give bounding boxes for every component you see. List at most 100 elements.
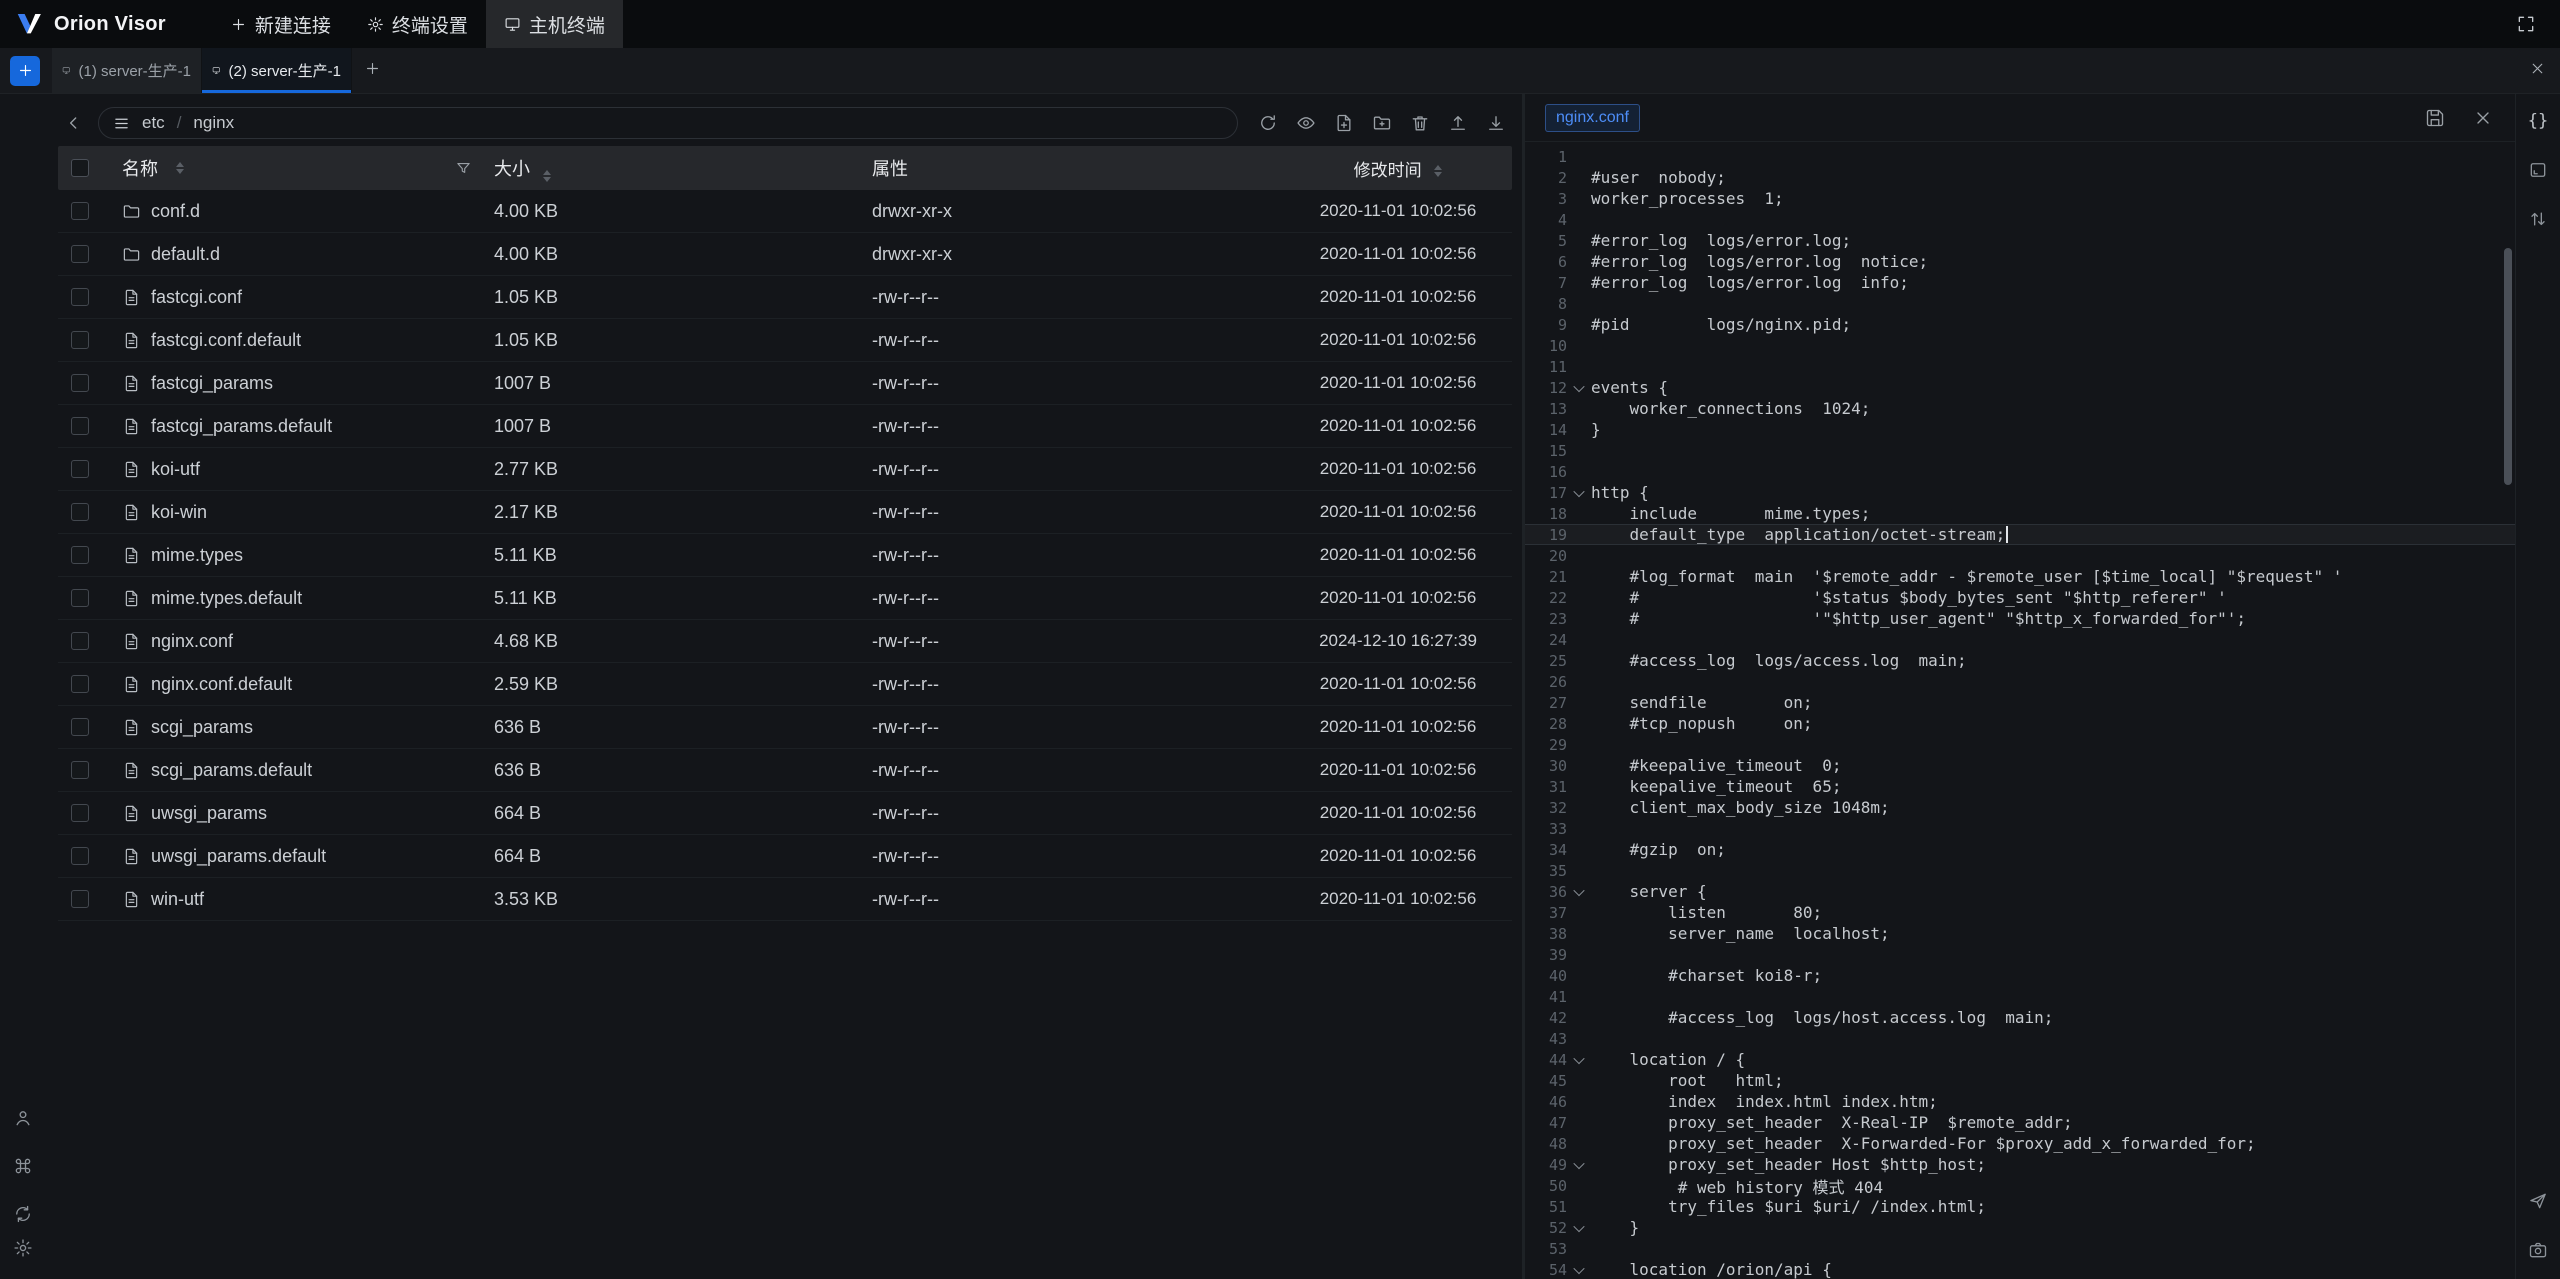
size-sort-icon[interactable] <box>543 170 551 182</box>
add-tab-button[interactable] <box>364 60 381 82</box>
code-line[interactable]: 44 location / { <box>1525 1049 2515 1070</box>
name-header[interactable]: 名称 <box>102 155 490 181</box>
file-manager-button[interactable] <box>2523 155 2553 185</box>
code-line[interactable]: 37 listen 80; <box>1525 902 2515 923</box>
row-checkbox[interactable] <box>71 546 89 564</box>
code-line[interactable]: 45 root html; <box>1525 1070 2515 1091</box>
code-line[interactable]: 3 worker_processes 1; <box>1525 188 2515 209</box>
editor-code-area[interactable]: 1 2 #user nobody; 3 worker_processes 1; … <box>1525 142 2515 1279</box>
code-line[interactable]: 18 include mime.types; <box>1525 503 2515 524</box>
fold-chevron-icon[interactable] <box>1567 1161 1591 1169</box>
menu-new-connection[interactable]: 新建连接 <box>212 0 349 48</box>
new-terminal-button[interactable] <box>10 56 40 86</box>
new-folder-button[interactable] <box>1366 107 1398 139</box>
shortcut-button[interactable] <box>8 1151 38 1181</box>
code-line[interactable]: 16 <box>1525 461 2515 482</box>
show-hidden-button[interactable] <box>1290 107 1322 139</box>
code-line[interactable]: 53 <box>1525 1238 2515 1259</box>
row-checkbox[interactable] <box>71 374 89 392</box>
row-checkbox[interactable] <box>71 847 89 865</box>
table-row[interactable]: scgi_params 636 B -rw-r--r-- 2020-11-01 … <box>58 706 1512 749</box>
code-line[interactable]: 48 proxy_set_header X-Forwarded-For $pro… <box>1525 1133 2515 1154</box>
code-line[interactable]: 39 <box>1525 944 2515 965</box>
breadcrumb-item[interactable]: etc <box>142 113 165 133</box>
row-checkbox[interactable] <box>71 632 89 650</box>
row-checkbox[interactable] <box>71 202 89 220</box>
code-line[interactable]: 27 sendfile on; <box>1525 692 2515 713</box>
code-line[interactable]: 10 <box>1525 335 2515 356</box>
code-line[interactable]: 36 server { <box>1525 881 2515 902</box>
capture-button[interactable] <box>2523 1235 2553 1265</box>
code-line[interactable]: 25 #access_log logs/access.log main; <box>1525 650 2515 671</box>
code-line[interactable]: 5 #error_log logs/error.log; <box>1525 230 2515 251</box>
code-line[interactable]: 46 index index.html index.htm; <box>1525 1091 2515 1112</box>
sync-button[interactable] <box>8 1199 38 1229</box>
code-line[interactable]: 6 #error_log logs/error.log notice; <box>1525 251 2515 272</box>
refresh-button[interactable] <box>1252 107 1284 139</box>
table-row[interactable]: fastcgi.conf.default 1.05 KB -rw-r--r-- … <box>58 319 1512 362</box>
fold-chevron-icon[interactable] <box>1567 489 1591 497</box>
send-command-button[interactable] <box>2523 1186 2553 1216</box>
download-button[interactable] <box>1480 107 1512 139</box>
new-file-button[interactable] <box>1328 107 1360 139</box>
code-line[interactable]: 2 #user nobody; <box>1525 167 2515 188</box>
tab-server-1[interactable]: (1) server-生产-1 <box>52 48 202 93</box>
table-row[interactable]: nginx.conf.default 2.59 KB -rw-r--r-- 20… <box>58 663 1512 706</box>
table-row[interactable]: win-utf 3.53 KB -rw-r--r-- 2020-11-01 10… <box>58 878 1512 921</box>
row-checkbox[interactable] <box>71 288 89 306</box>
row-checkbox[interactable] <box>71 503 89 521</box>
fold-chevron-icon[interactable] <box>1567 1224 1591 1232</box>
code-line[interactable]: 50 # web history 模式 404 <box>1525 1175 2515 1196</box>
table-row[interactable]: fastcgi.conf 1.05 KB -rw-r--r-- 2020-11-… <box>58 276 1512 319</box>
table-row[interactable]: nginx.conf 4.68 KB -rw-r--r-- 2024-12-10… <box>58 620 1512 663</box>
code-line[interactable]: 54 location /orion/api { <box>1525 1259 2515 1279</box>
code-line[interactable]: 17 http { <box>1525 482 2515 503</box>
code-line[interactable]: 26 <box>1525 671 2515 692</box>
table-row[interactable]: scgi_params.default 636 B -rw-r--r-- 202… <box>58 749 1512 792</box>
row-checkbox[interactable] <box>71 417 89 435</box>
code-line[interactable]: 52 } <box>1525 1217 2515 1238</box>
table-row[interactable]: mime.types 5.11 KB -rw-r--r-- 2020-11-01… <box>58 534 1512 577</box>
table-row[interactable]: uwsgi_params.default 664 B -rw-r--r-- 20… <box>58 835 1512 878</box>
fold-chevron-icon[interactable] <box>1567 1056 1591 1064</box>
code-line[interactable]: 11 <box>1525 356 2515 377</box>
table-row[interactable]: fastcgi_params.default 1007 B -rw-r--r--… <box>58 405 1512 448</box>
mtime-sort-icon[interactable] <box>1434 165 1442 177</box>
code-line[interactable]: 19 default_type application/octet-stream… <box>1525 524 2515 545</box>
table-row[interactable]: default.d 4.00 KB drwxr-xr-x 2020-11-01 … <box>58 233 1512 276</box>
table-row[interactable]: fastcgi_params 1007 B -rw-r--r-- 2020-11… <box>58 362 1512 405</box>
tab-server-2[interactable]: (2) server-生产-1 <box>202 48 352 93</box>
row-checkbox[interactable] <box>71 890 89 908</box>
menu-host-terminal[interactable]: 主机终端 <box>486 0 623 48</box>
delete-button[interactable] <box>1404 107 1436 139</box>
settings-button[interactable] <box>8 1233 38 1263</box>
code-line[interactable]: 41 <box>1525 986 2515 1007</box>
fold-chevron-icon[interactable] <box>1567 888 1591 896</box>
code-line[interactable]: 35 <box>1525 860 2515 881</box>
code-line[interactable]: 51 try_files $uri $uri/ /index.html; <box>1525 1196 2515 1217</box>
code-line[interactable]: 29 <box>1525 734 2515 755</box>
snippets-button[interactable]: {} <box>2523 106 2553 136</box>
code-line[interactable]: 15 <box>1525 440 2515 461</box>
code-line[interactable]: 13 worker_connections 1024; <box>1525 398 2515 419</box>
row-checkbox[interactable] <box>71 589 89 607</box>
menu-terminal-settings[interactable]: 终端设置 <box>349 0 486 48</box>
code-line[interactable]: 47 proxy_set_header X-Real-IP $remote_ad… <box>1525 1112 2515 1133</box>
transfer-list-button[interactable] <box>2523 204 2553 234</box>
name-sort-icon[interactable] <box>176 162 184 174</box>
user-button[interactable] <box>8 1103 38 1133</box>
code-line[interactable]: 31 keepalive_timeout 65; <box>1525 776 2515 797</box>
code-line[interactable]: 40 #charset koi8-r; <box>1525 965 2515 986</box>
fold-chevron-icon[interactable] <box>1567 1266 1591 1274</box>
upload-button[interactable] <box>1442 107 1474 139</box>
close-editor-button[interactable] <box>2467 102 2499 134</box>
size-header[interactable]: 大小 <box>490 155 862 182</box>
code-line[interactable]: 9 #pid logs/nginx.pid; <box>1525 314 2515 335</box>
name-filter-button[interactable] <box>455 160 472 177</box>
code-line[interactable]: 7 #error_log logs/error.log info; <box>1525 272 2515 293</box>
select-all-checkbox[interactable] <box>71 159 89 177</box>
code-line[interactable]: 49 proxy_set_header Host $http_host; <box>1525 1154 2515 1175</box>
code-line[interactable]: 34 #gzip on; <box>1525 839 2515 860</box>
code-line[interactable]: 42 #access_log logs/host.access.log main… <box>1525 1007 2515 1028</box>
code-line[interactable]: 21 #log_format main '$remote_addr - $rem… <box>1525 566 2515 587</box>
